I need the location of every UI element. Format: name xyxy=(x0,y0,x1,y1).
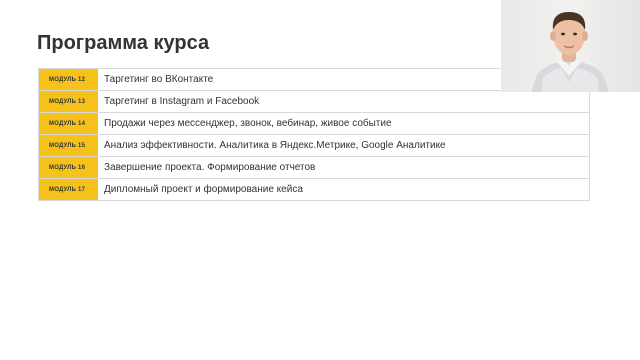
module-row-16: МОДУЛЬ 16 Завершение проекта. Формирован… xyxy=(38,157,590,179)
presenter-icon xyxy=(531,12,609,92)
module-code: МОДУЛЬ 14 xyxy=(39,113,98,134)
module-name: Таргетинг в Instagram и Facebook xyxy=(98,91,589,112)
module-row-13: МОДУЛЬ 13 Таргетинг в Instagram и Facebo… xyxy=(38,91,590,113)
module-row-17: МОДУЛЬ 17 Дипломный проект и формировани… xyxy=(38,179,590,201)
module-code: МОДУЛЬ 17 xyxy=(39,179,98,200)
module-code: МОДУЛЬ 12 xyxy=(39,69,98,90)
module-code: МОДУЛЬ 15 xyxy=(39,135,98,156)
module-row-14: МОДУЛЬ 14 Продажи через мессенджер, звон… xyxy=(38,113,590,135)
module-code: МОДУЛЬ 13 xyxy=(39,91,98,112)
module-name: Завершение проекта. Формирование отчетов xyxy=(98,157,589,178)
module-code: МОДУЛЬ 16 xyxy=(39,157,98,178)
page-title: Программа курса xyxy=(37,32,210,54)
module-name: Продажи через мессенджер, звонок, вебина… xyxy=(98,113,589,134)
module-name: Анализ эффективности. Аналитика в Яндекс… xyxy=(98,135,589,156)
module-row-15: МОДУЛЬ 15 Анализ эффективности. Аналитик… xyxy=(38,135,590,157)
presenter-video xyxy=(501,0,640,92)
module-name: Дипломный проект и формирование кейса xyxy=(98,179,589,200)
